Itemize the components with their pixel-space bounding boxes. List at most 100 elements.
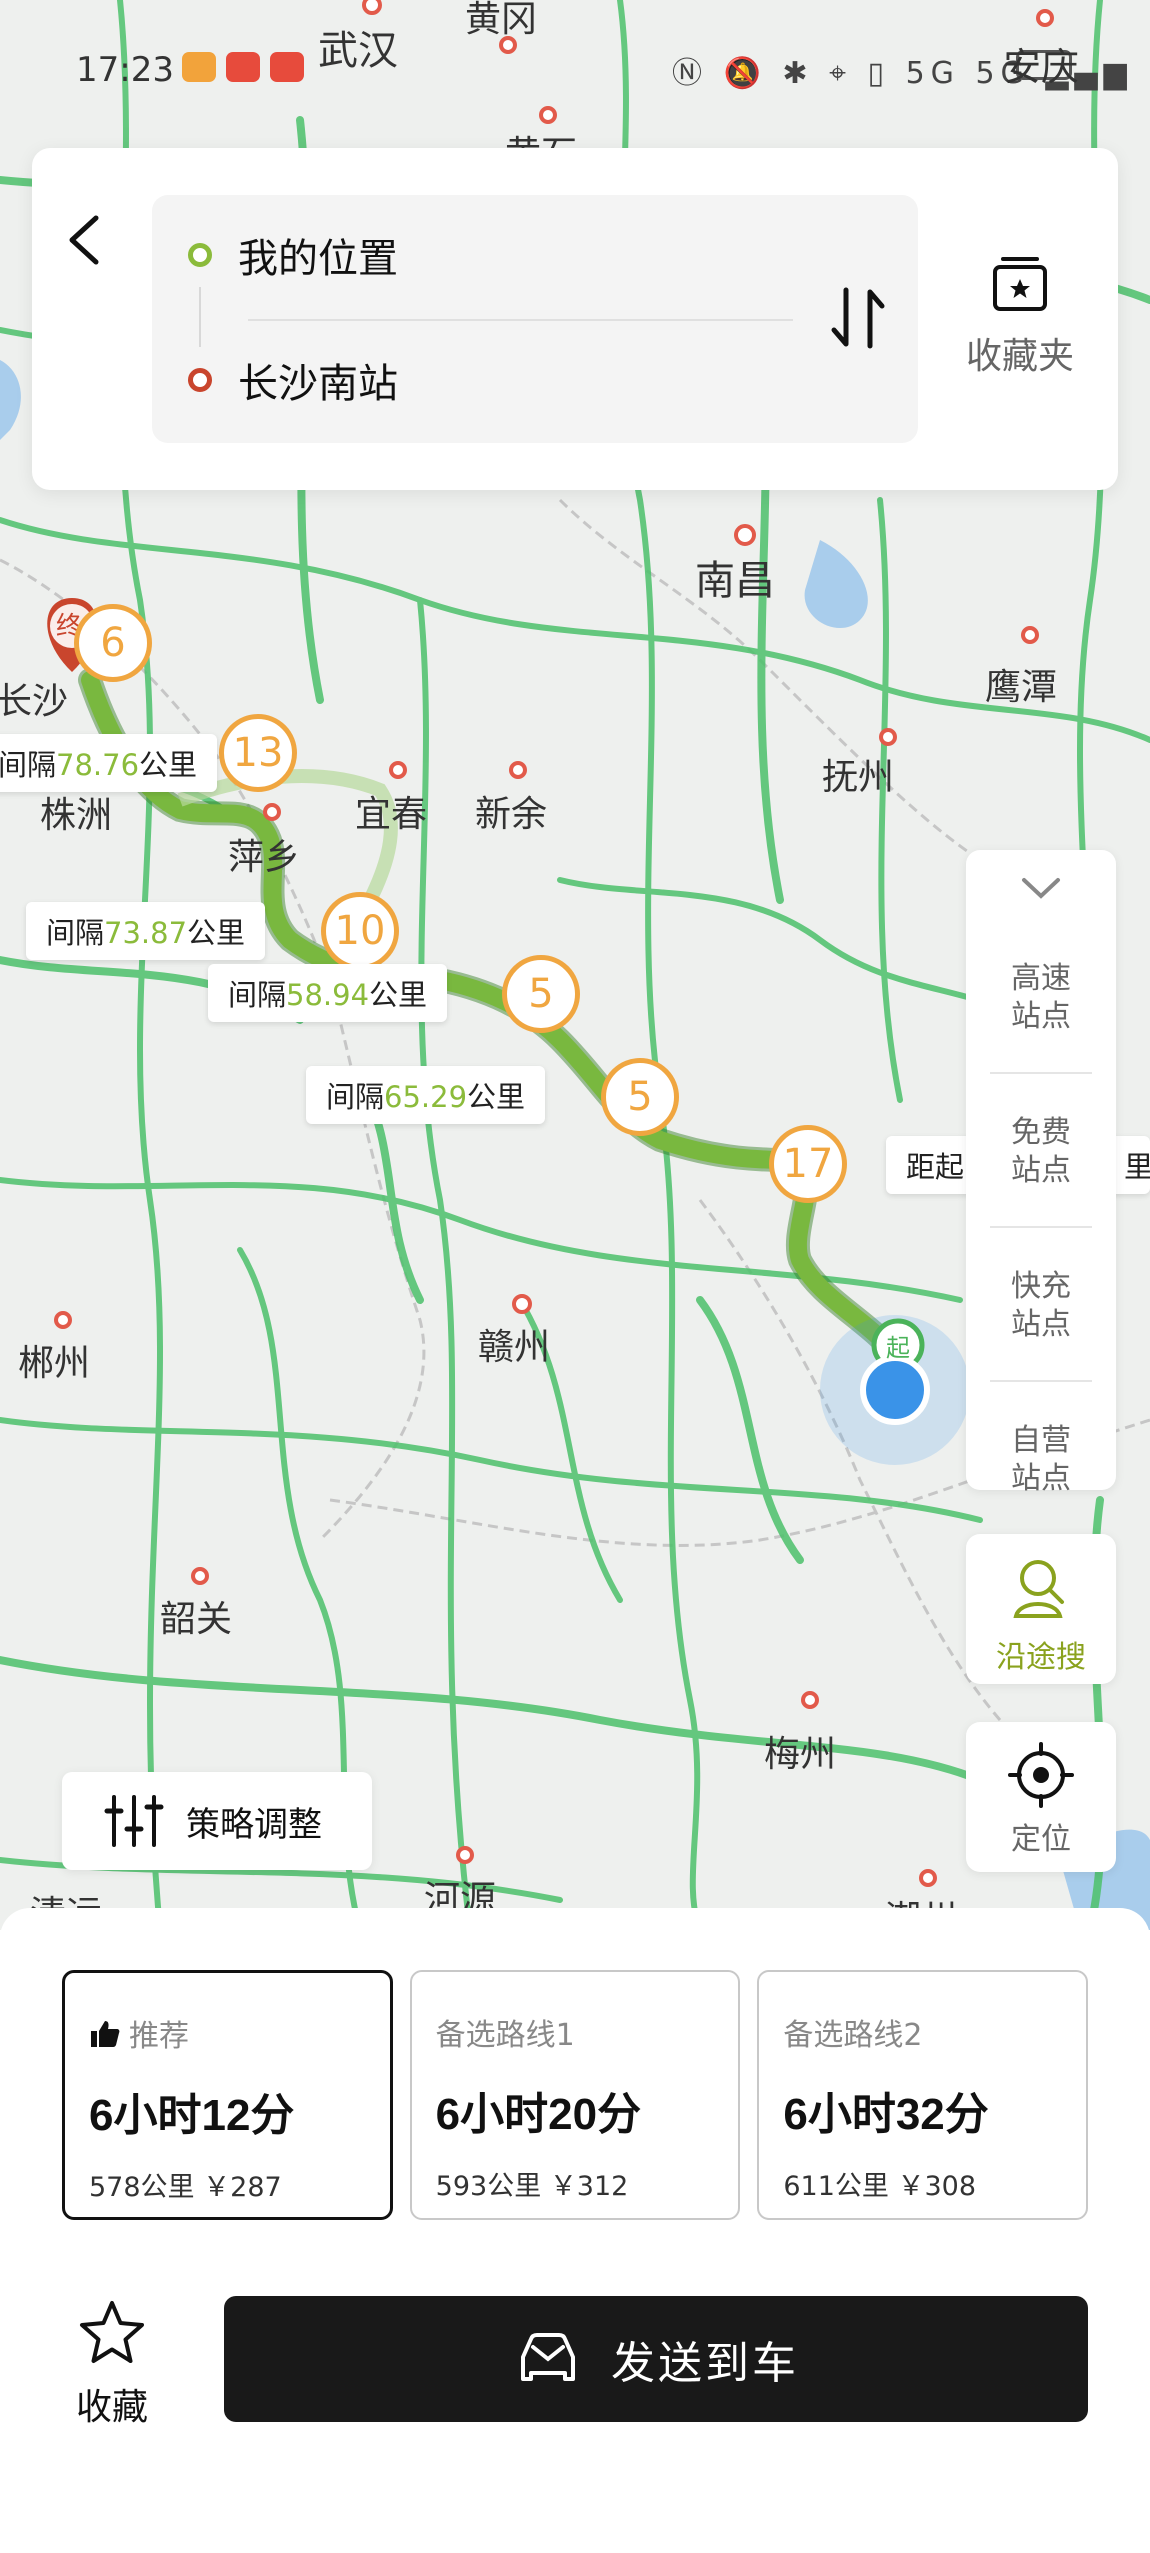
city-label: 萍乡: [228, 837, 301, 878]
route-option-recommended[interactable]: 推荐 6小时12分 578公里 ￥287: [62, 1970, 393, 2220]
folder-star-icon: [993, 257, 1047, 311]
map-road: [0, 1417, 983, 1523]
segment-unit: 公里: [369, 978, 428, 1012]
route-duration: 6小时20分: [435, 2090, 642, 2139]
origin-value: 我的位置: [238, 236, 398, 282]
segment-unit: 公里: [187, 916, 246, 950]
route-meta: 593公里 ￥312: [436, 2164, 739, 2203]
station-count-marker[interactable]: 5: [601, 1058, 679, 1136]
filter-label: 自营 站点: [1011, 1423, 1071, 1496]
strategy-label: 策略调整: [186, 1804, 322, 1845]
crosshair-icon: [1008, 1742, 1074, 1808]
divider: [199, 287, 201, 347]
filter-self-operated-stations[interactable]: 自营 站点: [966, 1422, 1116, 1498]
car-icon: [521, 2333, 575, 2381]
segment-value: 73.87: [104, 916, 188, 950]
favorites-button[interactable]: 收藏夹: [960, 255, 1080, 395]
locate-label: 定位: [1011, 1822, 1071, 1857]
route-inputs: 我的位置 长沙南站: [152, 195, 918, 443]
destination-dot-icon: [188, 368, 212, 392]
segment-distance-tag: 间隔78.76公里: [0, 734, 218, 792]
divider: [990, 1226, 1092, 1228]
city-label: 抚州: [822, 757, 895, 798]
weibo-notification-icon: [270, 52, 304, 82]
map-city-label-overlap: 安庆: [1003, 45, 1080, 89]
destination-field[interactable]: 长沙南站: [188, 350, 398, 410]
city-label: 赣州: [478, 1327, 551, 1368]
weibo-notification-icon: [226, 52, 260, 82]
destination-value: 长沙南站: [238, 361, 398, 407]
station-filter-panel: 高速 站点 免费 站点 快充 站点 自营 站点: [966, 850, 1116, 1496]
thumbs-up-icon: [91, 2021, 120, 2047]
route-meta: 611公里 ￥308: [783, 2164, 1086, 2203]
swap-route-button[interactable]: [826, 282, 890, 354]
city-label: 南昌: [695, 558, 775, 604]
map-road: [417, 597, 473, 1930]
station-count-marker[interactable]: 17: [769, 1125, 847, 1203]
route-distance: 611公里: [783, 2171, 889, 2202]
filter-label: 免费 站点: [1011, 1115, 1071, 1188]
route-tag-label: 推荐: [129, 2019, 189, 2054]
filter-free-stations[interactable]: 免费 站点: [966, 1114, 1116, 1190]
send-to-car-button[interactable]: 发送到车: [224, 2296, 1088, 2422]
station-count-marker[interactable]: 13: [219, 714, 297, 792]
origin-field[interactable]: 我的位置: [188, 225, 398, 285]
city-label: 韶关: [160, 1599, 233, 1640]
segment-distance-tag: 间隔58.94公里: [208, 964, 448, 1022]
segment-distance-tag: 间隔73.87公里: [26, 902, 266, 960]
route-distance: 578公里: [89, 2172, 195, 2203]
route-tag-label: 备选路线2: [783, 2018, 923, 2053]
star-icon: [80, 2301, 144, 2363]
route-option-alt-1[interactable]: 备选路线1 6小时20分 593公里 ￥312: [409, 1970, 741, 2220]
filter-highway-stations[interactable]: 高速 站点: [966, 960, 1116, 1036]
segment-prefix: 间隔: [46, 916, 105, 950]
route-duration: 6小时32分: [783, 2090, 989, 2139]
route-tag-label: 备选路线1: [435, 2018, 575, 2053]
route-meta: 578公里 ￥287: [89, 2165, 390, 2204]
search-along-label: 沿途搜: [996, 1640, 1086, 1675]
station-count-marker[interactable]: 10: [321, 892, 399, 970]
segment-prefix: 间隔: [326, 1080, 385, 1114]
filter-label: 高速 站点: [1011, 961, 1071, 1034]
chevron-down-icon: [1022, 878, 1060, 899]
collect-button[interactable]: 收藏: [62, 2298, 162, 2428]
segment-value: 78.76: [56, 748, 140, 782]
strategy-adjust-button[interactable]: 策略调整: [62, 1772, 372, 1870]
station-count-marker[interactable]: 6: [74, 604, 152, 682]
swap-arrows-icon: [831, 287, 885, 349]
map-road: [877, 497, 903, 1103]
route-price: ￥312: [549, 2171, 629, 2202]
divider: [990, 1380, 1092, 1382]
search-along-icon: [1013, 1560, 1064, 1618]
segment-prefix: 间隔: [228, 978, 287, 1012]
notification-icons: [182, 52, 304, 82]
start-marker[interactable]: 起: [886, 1328, 910, 1363]
divider: [990, 1072, 1092, 1074]
city-label: 宜春: [355, 794, 428, 835]
route-distance: 593公里: [435, 2171, 542, 2202]
locate-button[interactable]: 定位: [966, 1722, 1116, 1872]
city-label: 株洲: [40, 795, 113, 836]
route-tag: 备选路线1: [436, 2010, 739, 2054]
map-road: [696, 1296, 804, 1564]
route-price: ￥308: [897, 2171, 977, 2202]
send-to-car-label: 发送到车: [611, 2338, 799, 2389]
city-label: 长沙: [0, 681, 69, 722]
segment-prefix: 距起: [906, 1150, 965, 1184]
chevron-left-icon: [69, 215, 99, 265]
favorites-label: 收藏夹: [965, 336, 1074, 377]
city-label: 新余: [475, 794, 548, 835]
city-label: 梅州: [764, 1734, 837, 1775]
route-option-alt-2[interactable]: 备选路线2 6小时32分 611公里 ￥308: [757, 1970, 1089, 2220]
app-notification-icon: [182, 52, 216, 82]
route-tag: 推荐: [89, 2011, 390, 2055]
status-bar: 17:23 Ⓝ 🔕 ✱ ⌖ ▯ 5G 5G ▂▄▆ 安庆: [0, 0, 1150, 130]
route-price: ￥287: [203, 2172, 282, 2203]
station-count-marker[interactable]: 5: [502, 955, 580, 1033]
collect-label: 收藏: [75, 2387, 148, 2428]
filter-fast-charge-stations[interactable]: 快充 站点: [966, 1268, 1116, 1344]
status-time: 17:23: [76, 50, 174, 90]
search-along-route-button[interactable]: 沿途搜: [966, 1534, 1116, 1684]
collapse-button[interactable]: [1016, 868, 1066, 908]
back-button[interactable]: [56, 210, 116, 270]
